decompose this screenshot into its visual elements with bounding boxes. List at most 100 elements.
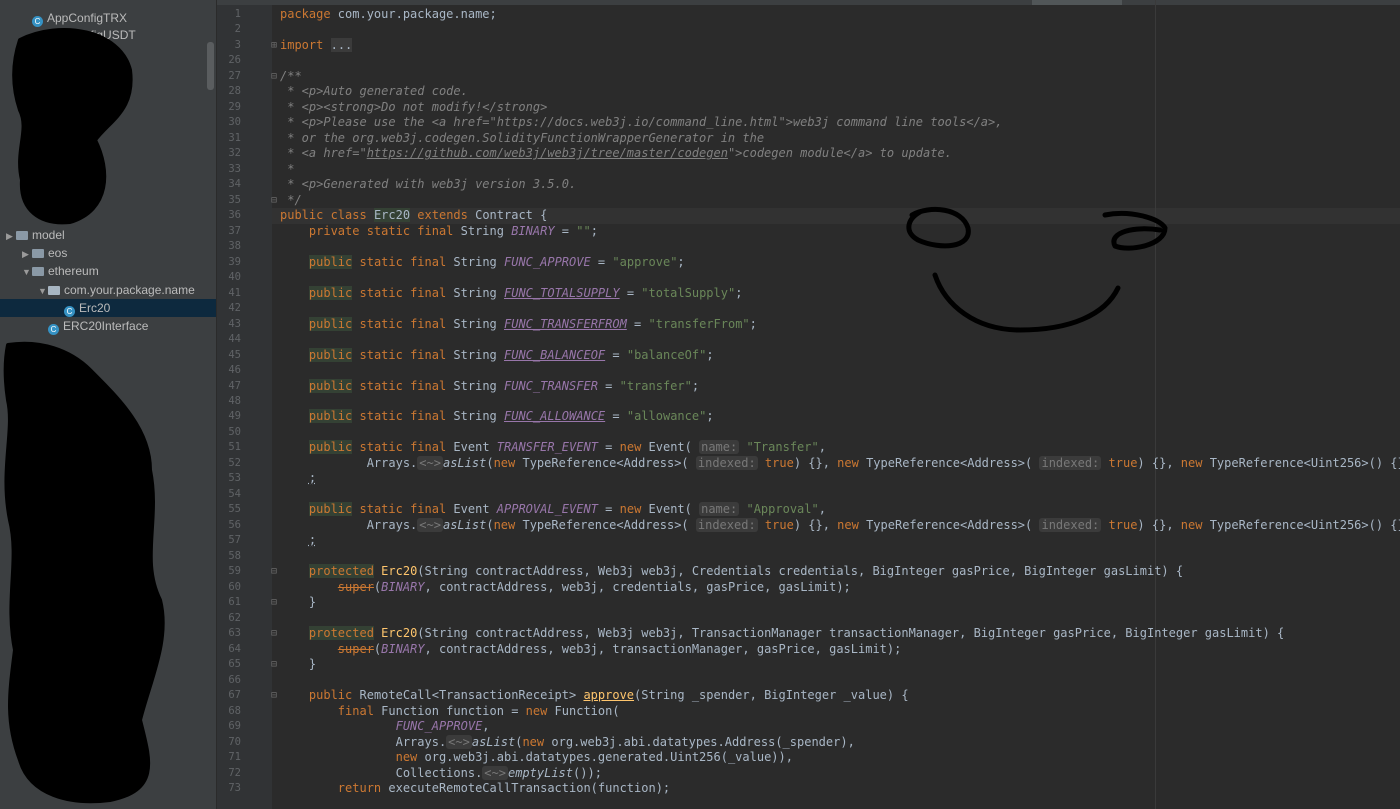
code-line[interactable]: 26	[217, 53, 1400, 69]
code-line[interactable]: 59 ⊟ protected Erc20(String contractAddre…	[217, 564, 1400, 580]
folder-icon	[32, 267, 44, 276]
code-line[interactable]: 65 ⊟ }	[217, 657, 1400, 673]
tree-item-erc20interface[interactable]: C ERC20Interface	[0, 317, 216, 335]
code-text: super(BINARY, contractAddress, web3j, tr…	[337, 641, 902, 656]
code-line[interactable]: 46	[217, 363, 1400, 379]
code-line[interactable]: 32 * <a href="https://github.com/web3j/w…	[217, 146, 1400, 162]
code-line[interactable]: 60 super(BINARY, contractAddress, web3j,…	[217, 580, 1400, 596]
code-line[interactable]: 70 Arrays. <~> asList(new org.web3j.abi.da…	[217, 734, 1400, 751]
tree-item-appconfigtrx[interactable]: C AppConfigTRX	[0, 9, 216, 27]
code-line[interactable]: 47 public static final String FUNC_TRANS…	[217, 378, 1400, 395]
code-line[interactable]: 61 ⊟ }	[217, 595, 1400, 611]
line-number: 26	[228, 54, 241, 67]
code-line[interactable]: 38	[217, 239, 1400, 255]
code-line[interactable]: 49 public static final String FUNC_ALLOW…	[217, 409, 1400, 425]
code-line[interactable]: 33 *	[217, 162, 1400, 178]
tree-item-ethereum[interactable]: ▼ ethereum	[0, 262, 216, 280]
code-text: }	[280, 657, 317, 672]
line-number: 3	[234, 38, 241, 51]
code-line[interactable]: 53 ;	[217, 471, 1400, 487]
code-line[interactable]: 72 Collections. <~> emptyList());	[217, 765, 1400, 782]
tree-item-erc20[interactable]: C Erc20	[0, 299, 216, 317]
chevron-right-icon[interactable]: ▶	[22, 245, 32, 263]
code-line[interactable]: 44	[217, 332, 1400, 348]
code-line[interactable]: 69 FUNC_APPROVE,	[217, 719, 1400, 735]
code-line[interactable]: 30 * <p>Please use the <a href="https://…	[217, 115, 1400, 131]
folder-icon	[32, 249, 44, 258]
code-line[interactable]: 50	[217, 425, 1400, 441]
code-line[interactable]: 66	[217, 673, 1400, 689]
line-number: 33	[228, 162, 241, 175]
code-line[interactable]: 43 public static final String FUNC_TRANS…	[217, 316, 1400, 333]
line-number: 60	[228, 580, 241, 593]
code-text: Collections. <~> emptyList());	[280, 765, 602, 780]
line-number: 59	[228, 565, 241, 578]
line-number: 73	[228, 782, 241, 794]
chevron-right-icon[interactable]: ▶	[6, 227, 16, 245]
code-line[interactable]: 54	[217, 487, 1400, 503]
tab-erc20[interactable]	[1032, 0, 1122, 5]
line-number: 63	[228, 627, 241, 640]
chevron-down-icon[interactable]: ▼	[22, 263, 32, 281]
tree-item-model[interactable]: ▶ model	[0, 226, 216, 244]
fold-toggle-icon[interactable]: ⊟	[271, 564, 277, 580]
line-number: 51	[228, 441, 241, 454]
code-line[interactable]: 36 public class Erc20 extends Contract {	[217, 208, 1400, 224]
project-tree-scrollbar[interactable]	[207, 42, 214, 90]
fold-toggle-icon[interactable]: ⊟	[271, 657, 277, 673]
code-text: public static final Event TRANSFER_EVENT…	[308, 440, 826, 455]
code-line[interactable]: 58	[217, 549, 1400, 565]
code-line[interactable]: 68 final Function function = new Functio…	[217, 704, 1400, 720]
code-line[interactable]: 67 ⊟ public RemoteCall<TransactionReceipt…	[217, 688, 1400, 704]
code-line[interactable]: 28 * <p>Auto generated code.	[217, 84, 1400, 100]
code-text: ;	[308, 533, 317, 548]
fold-toggle-icon[interactable]: ⊟	[271, 69, 277, 85]
tree-item-label: eos	[48, 246, 68, 260]
code-text: private static final String BINARY = "";	[308, 223, 598, 238]
line-number: 30	[228, 116, 241, 129]
code-line[interactable]: 3 ⊞ import ...	[217, 37, 1400, 54]
code-line[interactable]: 64 super(BINARY, contractAddress, web3j,…	[217, 642, 1400, 658]
code-text: FUNC_APPROVE,	[395, 719, 490, 734]
fold-toggle-icon[interactable]: ⊞	[271, 38, 277, 54]
tree-item-appconfigusdt[interactable]: C AppConfigUSDT	[0, 26, 216, 44]
code-line[interactable]: 56 Arrays. <~> asList(new TypeReference<Ad…	[217, 517, 1400, 534]
code-line[interactable]: 37 private static final String BINARY = …	[217, 224, 1400, 240]
tree-item-label: com.your.package.name	[64, 283, 195, 297]
code-text: Arrays. <~> asList(new TypeReference<Addre…	[280, 455, 1400, 470]
code-line[interactable]: 34 * <p>Generated with web3j version 3.5…	[217, 177, 1400, 193]
code-line[interactable]: 71 new org.web3j.abi.datatypes.generated…	[217, 750, 1400, 766]
tree-item-eos[interactable]: ▶ eos	[0, 244, 216, 262]
project-tree-panel: C AppConfigTRX C AppConfigUSDT ▶ model ▶ eos ▼ et…	[0, 0, 216, 809]
tree-item-com-your-package-name[interactable]: ▼ com.your.package.name	[0, 281, 216, 299]
code-text: public class Erc20 extends Contract {	[280, 208, 548, 223]
code-line[interactable]: 42	[217, 301, 1400, 317]
code-line[interactable]: 48	[217, 394, 1400, 410]
code-line[interactable]: 55 public static final Event APPROVAL_EV…	[217, 502, 1400, 518]
code-line[interactable]: 31 * or the org.web3j.codegen.SolidityFu…	[217, 131, 1400, 147]
code-line[interactable]: 51 public static final Event TRANSFER_EV…	[217, 440, 1400, 456]
code-line[interactable]: 27 ⊟/**	[217, 69, 1400, 85]
code-line[interactable]: 35 ⊟ */	[217, 193, 1400, 209]
code-line[interactable]: 1 package com.your.package.name;	[217, 7, 1400, 23]
fold-toggle-icon[interactable]: ⊟	[271, 688, 277, 704]
code-text: * <p>Generated with web3j version 3.5.0.	[280, 177, 577, 192]
line-number: 69	[228, 720, 241, 733]
code-line[interactable]: 73 return executeRemoteCallTransaction(f…	[217, 781, 1400, 797]
chevron-down-icon[interactable]: ▼	[38, 282, 48, 300]
fold-toggle-icon[interactable]: ⊟	[271, 595, 277, 611]
code-line[interactable]: 62	[217, 611, 1400, 627]
code-line[interactable]: 52 Arrays. <~> asList(new TypeReference<Ad…	[217, 455, 1400, 472]
code-line[interactable]: 63 ⊟ protected Erc20(String contractAddre…	[217, 626, 1400, 642]
code-line[interactable]: 45 public static final String FUNC_BALAN…	[217, 347, 1400, 364]
fold-toggle-icon[interactable]: ⊟	[271, 193, 277, 209]
code-line[interactable]: 40	[217, 270, 1400, 286]
code-line[interactable]: 29 * <p><strong>Do not modify!</strong>	[217, 100, 1400, 116]
code-line[interactable]: 2	[217, 22, 1400, 38]
code-line[interactable]: 57 ;	[217, 533, 1400, 549]
code-line[interactable]: 41 public static final String FUNC_TOTAL…	[217, 285, 1400, 302]
tree-item-label: ethereum	[48, 264, 99, 278]
fold-toggle-icon[interactable]: ⊟	[271, 626, 277, 642]
code-text: * <a href="https://github.com/web3j/web3…	[280, 146, 952, 161]
code-line[interactable]: 39 public static final String FUNC_APPRO…	[217, 254, 1400, 271]
